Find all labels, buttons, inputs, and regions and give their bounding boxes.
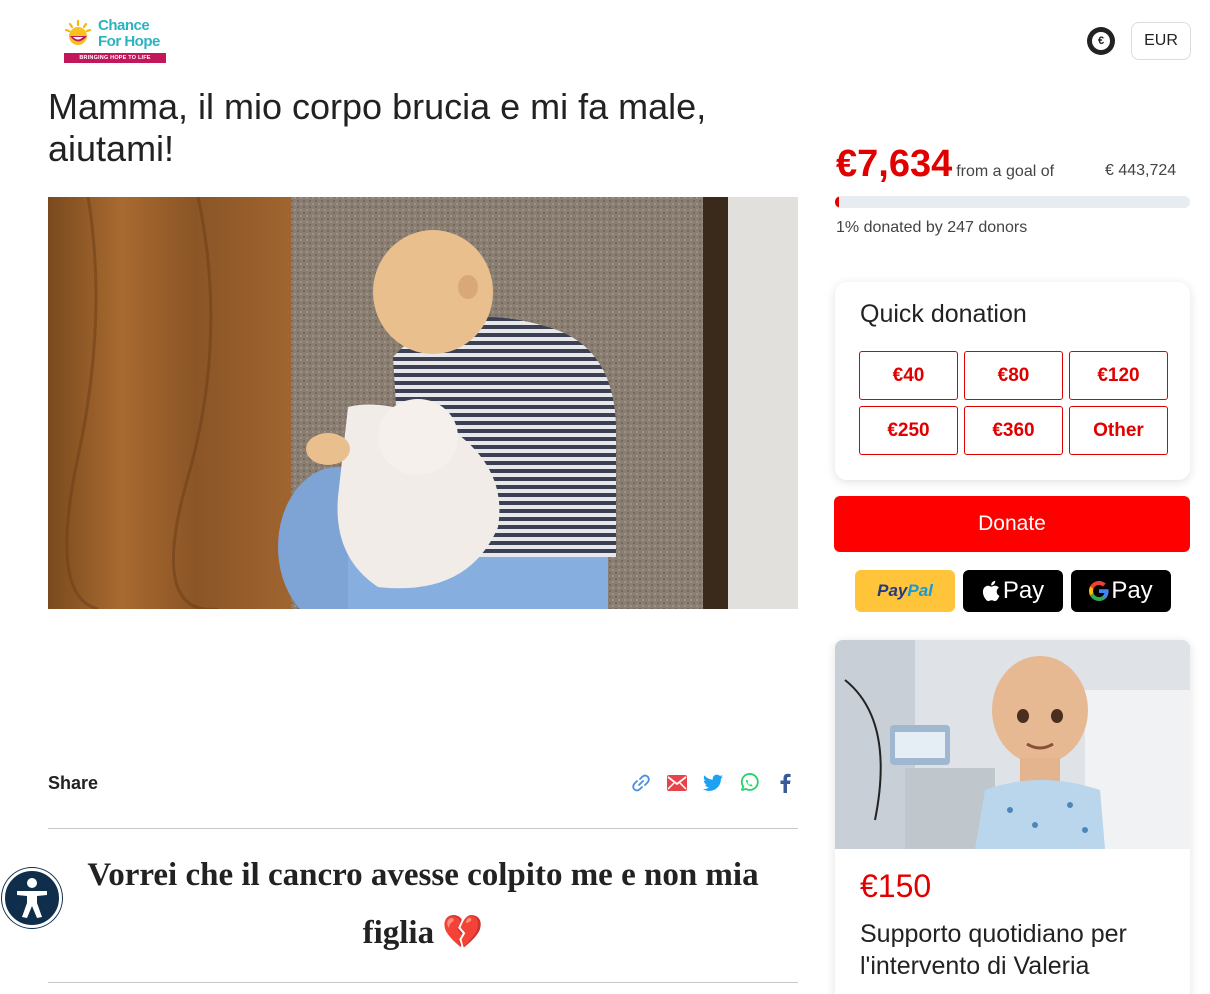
amount-button-250[interactable]: €250 — [859, 406, 958, 455]
reward-description: Supporto quotidiano per l'intervento di … — [860, 920, 1127, 980]
facebook-icon[interactable] — [774, 772, 796, 794]
page-title: Mamma, il mio corpo brucia e mi fa male,… — [48, 86, 707, 169]
logo-line-1: Chance — [98, 17, 150, 34]
hospital-child-illustration — [835, 640, 1190, 849]
hero-image — [48, 197, 798, 609]
link-icon[interactable] — [630, 772, 652, 794]
amount-button-other[interactable]: Other — [1069, 406, 1168, 455]
reward-image — [835, 640, 1190, 849]
google-pay-button[interactable]: Pay — [1071, 570, 1171, 612]
logo-line-2: For Hope — [98, 33, 160, 50]
donors-text: 1% donated by 247 donors — [836, 219, 1028, 236]
donate-button[interactable]: Donate — [834, 496, 1190, 552]
paypal-button[interactable]: PayPal — [855, 570, 955, 612]
payment-options: PayPal Pay Pay — [855, 570, 1171, 612]
goal-amount: € 443,724 — [1105, 162, 1177, 179]
logo-tagline: BRINGING HOPE TO LIFE — [64, 53, 166, 63]
reward-card[interactable]: €150 Supporto quotidiano per l'intervent… — [835, 640, 1190, 994]
hero-photo-illustration — [48, 197, 798, 609]
share-label: Share — [48, 773, 99, 793]
google-pay-label: Pay — [1111, 577, 1153, 604]
whatsapp-icon[interactable] — [738, 772, 760, 794]
twitter-icon[interactable] — [702, 772, 724, 794]
divider-bottom — [48, 982, 798, 983]
accessibility-button[interactable] — [2, 868, 62, 928]
goal-prefix: from a goal of — [956, 163, 1055, 180]
raised-summary: €7,634 from a goal of — [836, 143, 1054, 186]
raised-amount: €7,634 — [836, 143, 953, 185]
amount-button-120[interactable]: €120 — [1069, 351, 1168, 400]
apple-pay-button[interactable]: Pay — [963, 570, 1063, 612]
share-icons — [630, 772, 796, 794]
accessibility-icon — [17, 878, 47, 918]
euro-symbol: € — [1092, 32, 1110, 50]
euro-coin-icon[interactable]: € — [1087, 27, 1115, 55]
google-g-icon — [1089, 581, 1109, 601]
sun-logo-icon — [64, 20, 92, 45]
story-heading: Vorrei che il cancro avesse colpito me e… — [87, 857, 759, 951]
apple-pay-label: Pay — [1002, 577, 1045, 604]
reward-amount: €150 — [860, 868, 932, 904]
progress-fill — [835, 196, 839, 208]
amount-grid: €40 €80 €120 €250 €360 Other — [859, 351, 1168, 455]
amount-button-80[interactable]: €80 — [964, 351, 1063, 400]
amount-button-360[interactable]: €360 — [964, 406, 1063, 455]
paypal-label-a: Pay — [877, 581, 908, 600]
divider-top — [48, 828, 798, 829]
apple-icon — [982, 580, 1000, 602]
site-logo[interactable]: Chance For Hope BRINGING HOPE TO LIFE — [64, 18, 168, 66]
quick-donation-card: Quick donation €40 €80 €120 €250 €360 Ot… — [835, 282, 1190, 480]
currency-selector[interactable]: EUR — [1131, 22, 1191, 60]
quick-donation-title: Quick donation — [860, 300, 1027, 328]
amount-button-40[interactable]: €40 — [859, 351, 958, 400]
progress-bar — [835, 196, 1190, 208]
paypal-label-b: Pal — [907, 581, 933, 600]
email-icon[interactable] — [666, 772, 688, 794]
